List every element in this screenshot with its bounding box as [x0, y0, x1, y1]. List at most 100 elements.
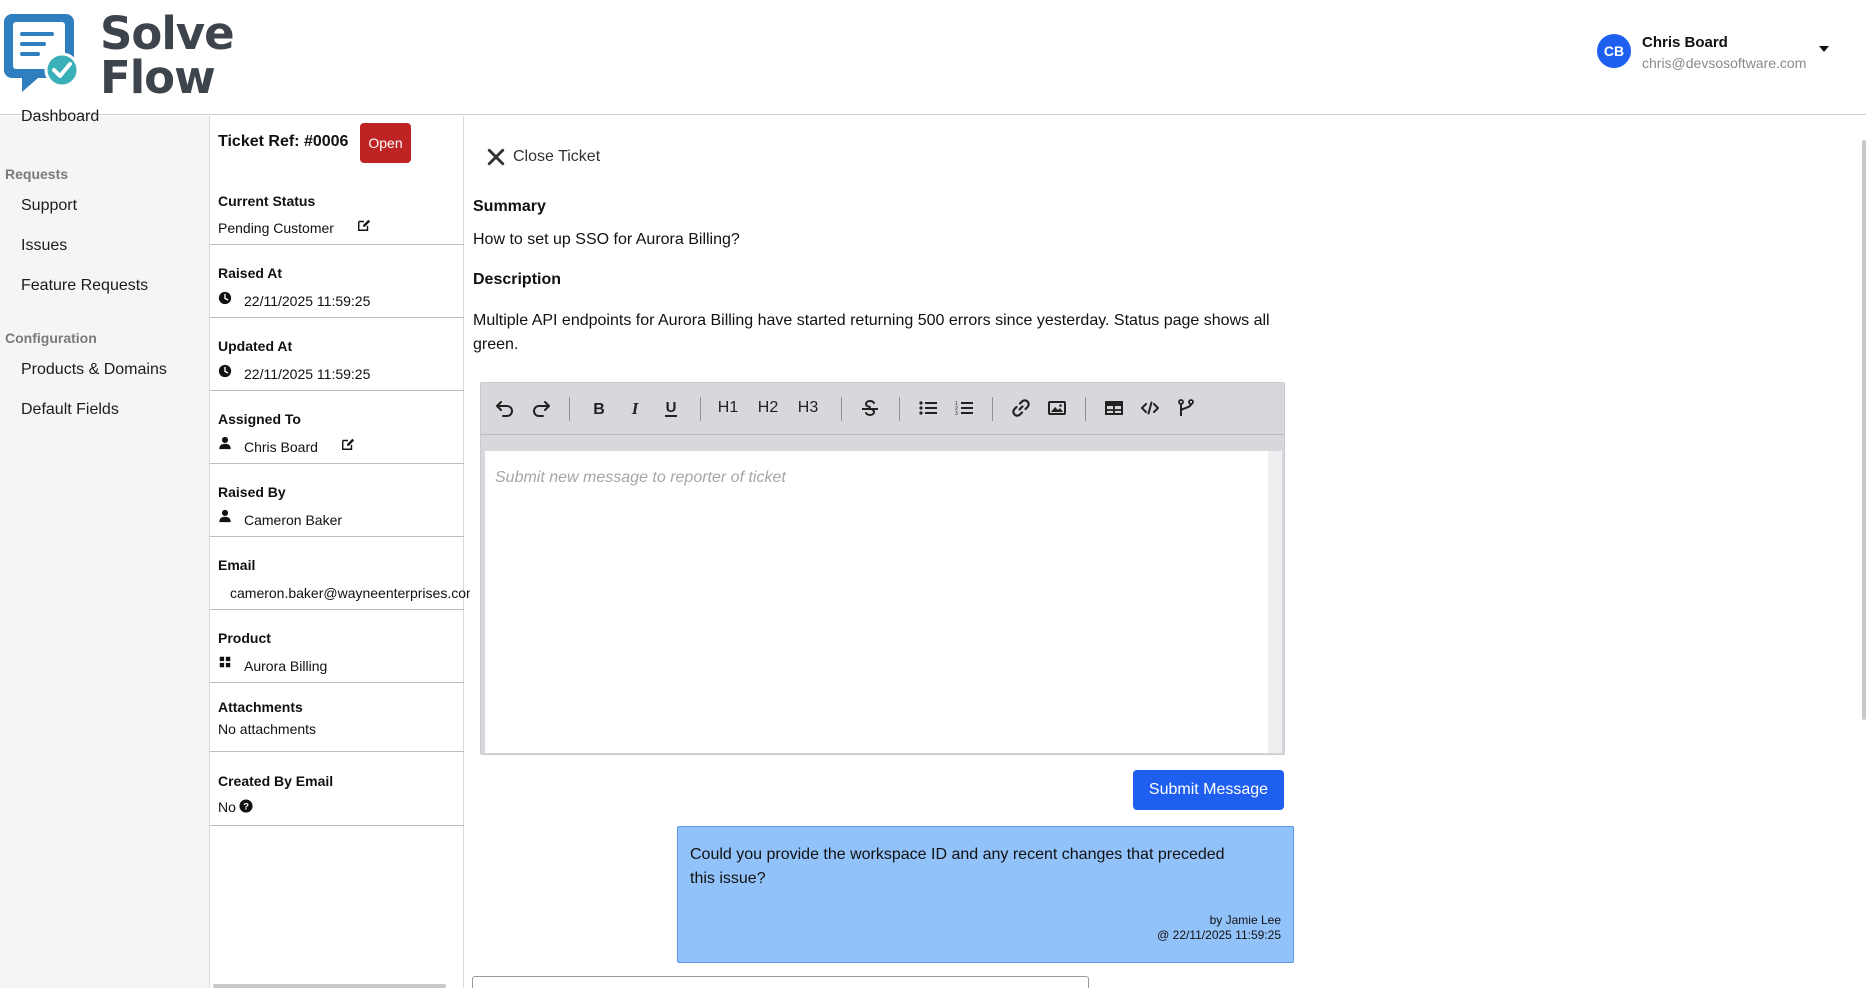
toolbar-divider	[841, 397, 842, 421]
ticket-details-panel: Ticket Ref: #0006 Open Current Status Pe…	[210, 116, 470, 988]
details-scrollbar[interactable]	[213, 984, 446, 988]
summary-text: How to set up SSO for Aurora Billing?	[473, 231, 740, 248]
redo-icon	[533, 401, 550, 417]
link-button[interactable]	[1010, 397, 1032, 419]
help-icon[interactable]: ?	[239, 799, 253, 813]
sidebar-item-default-fields[interactable]: Default Fields	[21, 401, 119, 419]
svg-text:3: 3	[955, 411, 958, 417]
undo-icon	[496, 401, 513, 417]
logo-wordmark: Solve Flow	[100, 7, 235, 100]
current-status-label: Current Status	[218, 193, 316, 209]
field-created-by-email: Created By Email No ?	[210, 753, 464, 826]
toolbar-divider	[992, 397, 993, 421]
logo-word-solve: Solve	[100, 7, 235, 60]
numbered-list-button[interactable]: 123	[953, 397, 975, 419]
bullet-list-icon	[919, 401, 937, 415]
assigned-to-value: Chris Board	[244, 439, 318, 455]
close-ticket-label: Close Ticket	[513, 148, 601, 165]
updated-at-label: Updated At	[218, 338, 293, 354]
bold-icon: B	[593, 401, 605, 418]
sidebar-item-feature-requests[interactable]: Feature Requests	[21, 277, 148, 295]
image-button[interactable]	[1046, 397, 1068, 419]
message-author: by Jamie Lee	[1209, 913, 1281, 927]
email-value: cameron.baker@wayneenterprises.com	[230, 585, 470, 601]
page-scrollbar[interactable]	[1862, 140, 1866, 720]
product-value: Aurora Billing	[244, 658, 328, 674]
attachments-label: Attachments	[218, 699, 303, 715]
close-icon	[487, 148, 505, 166]
branch-icon	[1178, 399, 1194, 416]
heading-2-button[interactable]: H2	[755, 397, 781, 419]
underline-icon: U	[665, 399, 677, 417]
avatar[interactable]: CB	[1597, 34, 1631, 68]
underline-button[interactable]: U	[660, 397, 682, 419]
bullet-list-button[interactable]	[917, 397, 939, 419]
ticket-main: Close Ticket Summary How to set up SSO f…	[465, 116, 1866, 988]
clock-icon	[218, 364, 232, 378]
link-icon	[1012, 399, 1030, 417]
user-menu[interactable]: CB Chris Board chris@devsosoftware.com	[1597, 32, 1837, 76]
code-button[interactable]	[1139, 397, 1161, 419]
numbered-list-icon: 123	[955, 401, 973, 417]
user-email: chris@devsosoftware.com	[1642, 55, 1807, 71]
italic-icon: I	[631, 399, 640, 418]
sidebar-item-support[interactable]: Support	[21, 197, 77, 215]
sidebar-item-issues[interactable]: Issues	[21, 237, 67, 255]
redo-button[interactable]	[530, 397, 552, 419]
svg-text:I: I	[631, 399, 640, 418]
field-raised-by: Raised By Cameron Baker	[210, 465, 464, 537]
user-icon	[219, 436, 231, 450]
sidebar-group-configuration: Configuration	[5, 330, 97, 346]
status-badge: Open	[360, 123, 411, 163]
strikethrough-button[interactable]	[859, 397, 881, 419]
ticket-ref: Ticket Ref: #0006	[218, 133, 349, 150]
undo-button[interactable]	[494, 397, 516, 419]
toolbar-divider	[700, 397, 701, 421]
toolbar-divider	[569, 397, 570, 421]
sidebar-item-products-domains[interactable]: Products & Domains	[21, 361, 167, 379]
user-name: Chris Board	[1642, 34, 1728, 51]
svg-text:?: ?	[243, 802, 249, 813]
attachments-value: No attachments	[218, 721, 317, 737]
toolbar-divider	[1085, 397, 1086, 421]
code-icon	[1141, 401, 1159, 415]
solveflow-logo[interactable]: Solve Flow	[4, 11, 235, 104]
heading-3-button[interactable]: H3	[795, 397, 821, 419]
message-timestamp: @ 22/11/2025 11:59:25	[1157, 928, 1281, 942]
field-current-status: Current Status Pending Customer	[210, 175, 464, 245]
italic-button[interactable]: I	[624, 397, 646, 419]
table-button[interactable]	[1103, 397, 1125, 419]
editor-toolbar: B I U H1 H2 H3 123	[481, 383, 1284, 435]
message-input[interactable]: Submit new message to reporter of ticket	[485, 451, 1268, 753]
logo-chat-check-icon	[4, 14, 80, 92]
edit-icon[interactable]	[357, 218, 371, 232]
updated-at-value: 22/11/2025 11:59:25	[244, 366, 371, 382]
message-input-placeholder: Submit new message to reporter of ticket	[495, 469, 786, 486]
raised-at-value: 22/11/2025 11:59:25	[244, 293, 371, 309]
product-label: Product	[218, 630, 271, 646]
raised-at-label: Raised At	[218, 265, 283, 281]
svg-text:U: U	[666, 399, 677, 416]
field-raised-at: Raised At 22/11/2025 11:59:25	[210, 246, 464, 318]
field-attachments: Attachments No attachments	[210, 684, 464, 752]
sidebar-item-dashboard[interactable]: Dashboard	[21, 108, 99, 126]
raised-by-label: Raised By	[218, 484, 286, 500]
editor-scrollbar[interactable]	[1268, 451, 1282, 753]
message-bubble: Could you provide the workspace ID and a…	[677, 826, 1294, 963]
created-by-email-value: No	[218, 799, 236, 815]
email-label: Email	[218, 557, 256, 573]
clock-icon	[218, 291, 232, 305]
field-updated-at: Updated At 22/11/2025 11:59:25	[210, 319, 464, 391]
heading-1-button[interactable]: H1	[715, 397, 741, 419]
message-editor: B I U H1 H2 H3 123 Submit new message to…	[480, 382, 1285, 755]
branch-button[interactable]	[1175, 397, 1197, 419]
bold-button[interactable]: B	[588, 397, 610, 419]
close-ticket-button[interactable]: Close Ticket	[487, 146, 600, 168]
edit-icon[interactable]	[341, 437, 355, 451]
next-message-card	[472, 976, 1089, 988]
user-icon	[219, 509, 231, 523]
strikethrough-icon	[862, 399, 878, 417]
assigned-to-label: Assigned To	[218, 411, 301, 427]
submit-message-button[interactable]: Submit Message	[1133, 770, 1284, 810]
chevron-down-icon[interactable]	[1819, 46, 1829, 52]
